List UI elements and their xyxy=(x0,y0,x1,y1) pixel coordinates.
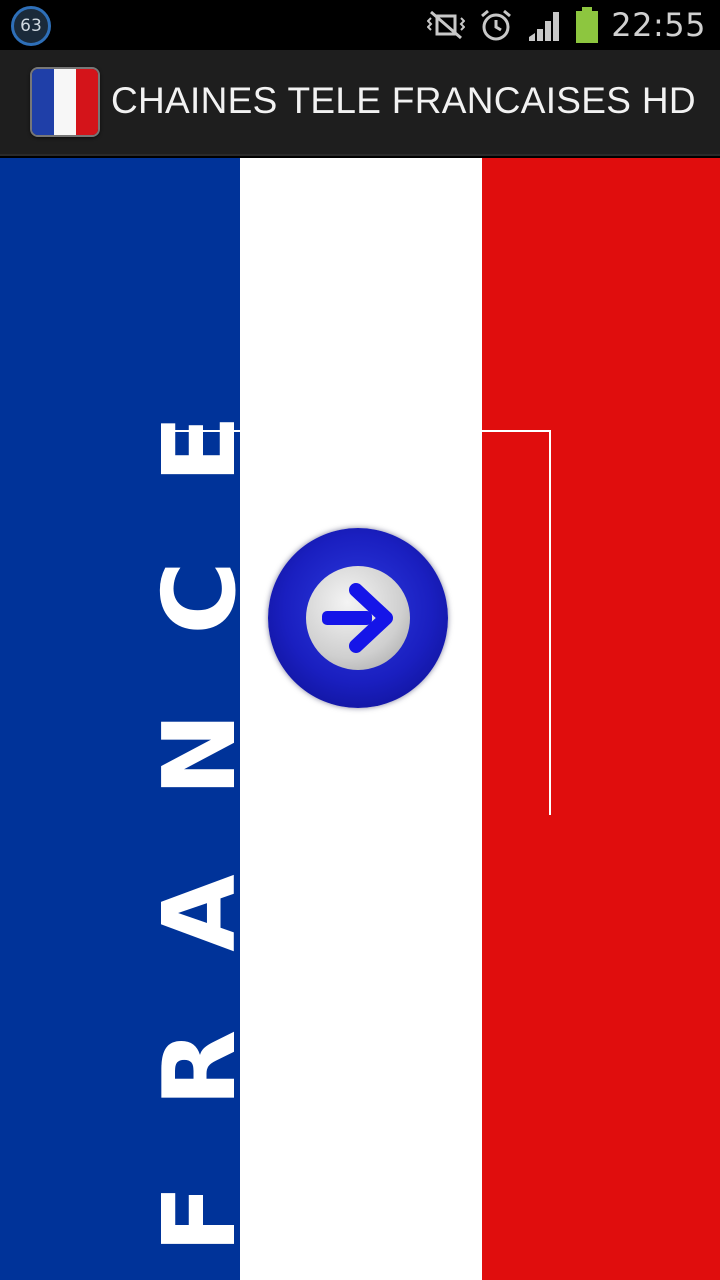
arrow-right-icon xyxy=(322,583,393,653)
notification-count-badge: 63 xyxy=(11,6,51,46)
flag-word-france: FRANCE xyxy=(141,336,258,1253)
signal-bars-icon xyxy=(527,9,561,41)
battery-icon xyxy=(575,7,599,43)
alarm-icon xyxy=(479,8,513,42)
decorative-line xyxy=(172,430,240,432)
go-button-inner xyxy=(306,566,410,670)
flag-white-stripe xyxy=(240,158,482,1280)
status-bar: 63 22:55 xyxy=(0,0,720,50)
app-flag-icon[interactable] xyxy=(30,67,100,137)
flag-red-stripe xyxy=(482,158,720,1280)
no-signal-vibrate-icon xyxy=(427,10,466,40)
decorative-frame-top xyxy=(482,430,551,432)
action-bar: CHAINES TELE FRANCAISES HD xyxy=(0,50,720,156)
flag-content: FRANCE xyxy=(0,158,720,1280)
app-title: CHAINES TELE FRANCAISES HD xyxy=(111,80,696,121)
status-icons: 22:55 xyxy=(413,0,706,50)
status-clock: 22:55 xyxy=(611,6,706,44)
decorative-frame-right xyxy=(549,430,551,815)
go-next-button[interactable] xyxy=(268,528,448,708)
